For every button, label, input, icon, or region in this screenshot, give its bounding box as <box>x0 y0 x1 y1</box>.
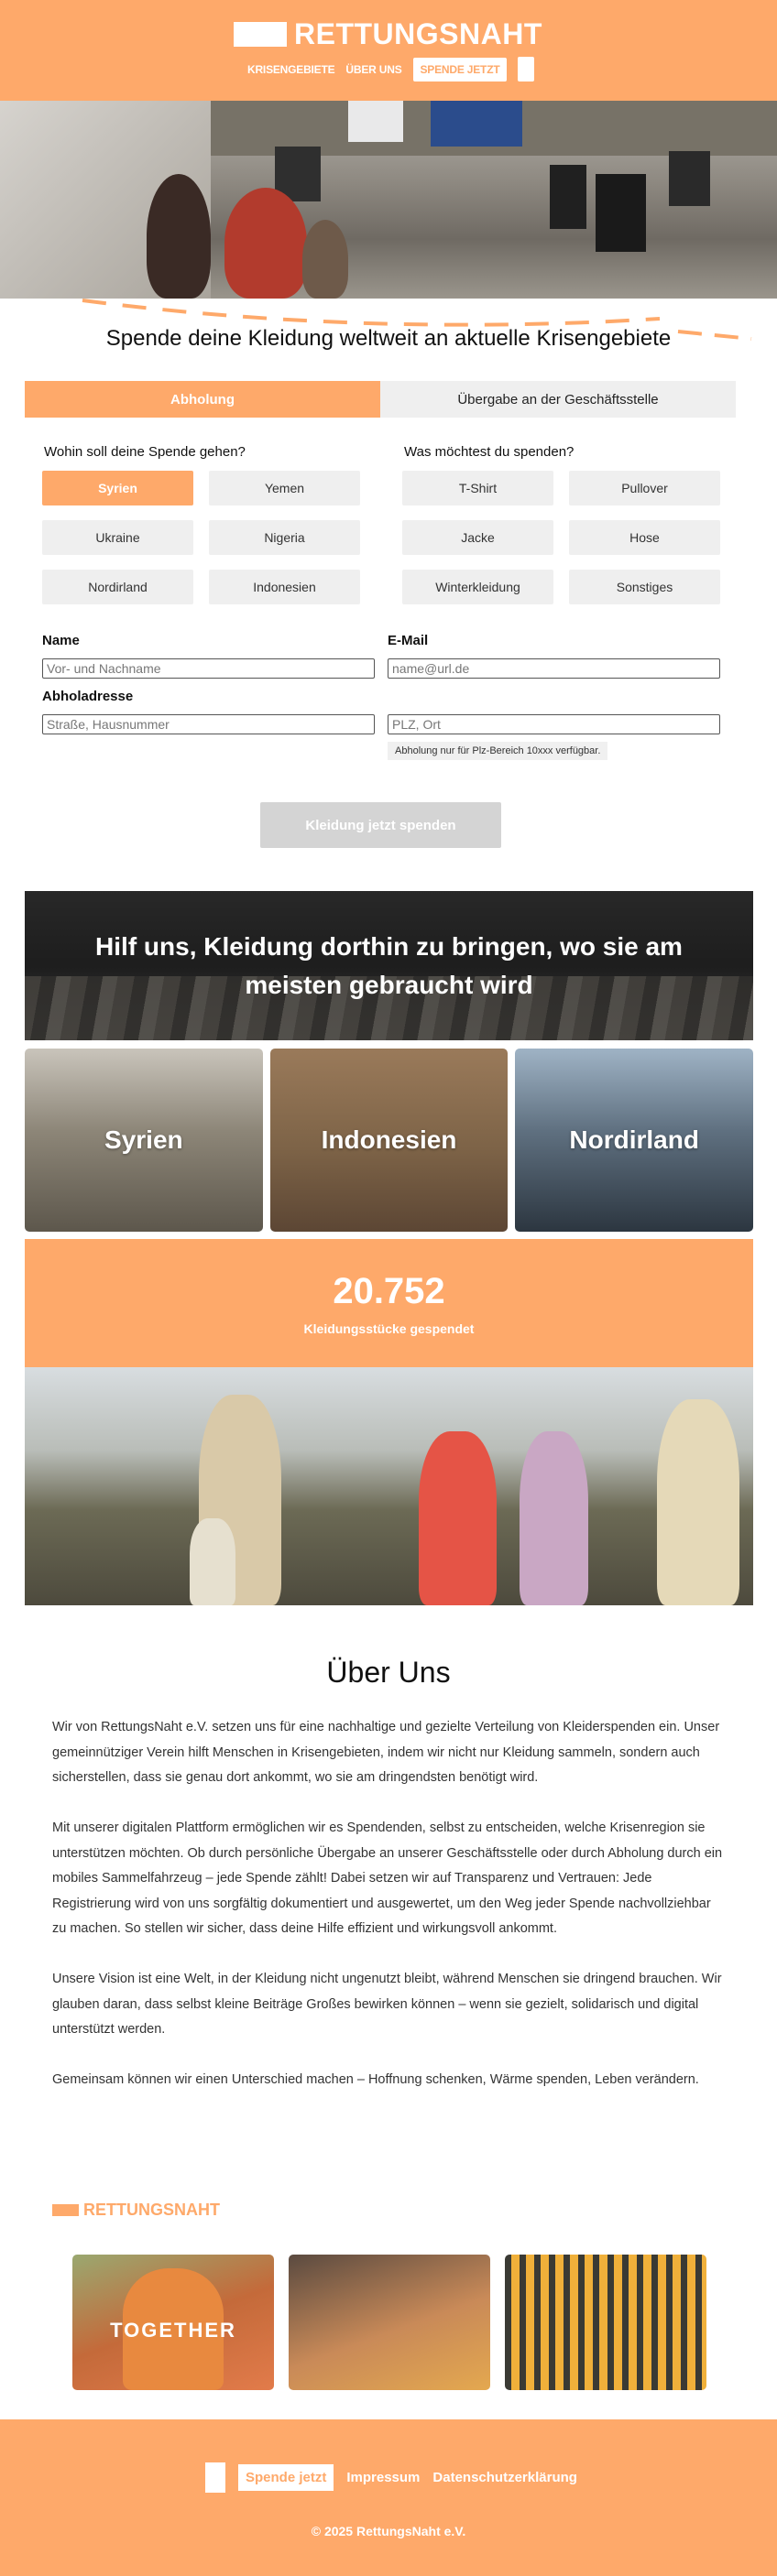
what-options: T-Shirt Pullover Jacke Hose Winterkleidu… <box>402 471 720 604</box>
option-nordirland[interactable]: Nordirland <box>42 570 193 604</box>
brand-logo-small: RETTUNGSNAHT <box>52 2201 220 2220</box>
people-photo <box>25 1367 753 1605</box>
logo-mark <box>52 2204 79 2216</box>
pickup-note: Abholung nur für Plz-Bereich 10xxx verfü… <box>388 742 608 760</box>
donation-count: 20.752 <box>333 1271 445 1311</box>
logo[interactable]: RETTUNGSNAHT <box>234 18 542 49</box>
region-label: Nordirland <box>569 1125 699 1154</box>
main-nav: KRISENGEBIETE ÜBER UNS SPENDE JETZT <box>247 57 535 82</box>
footer-logo-mark <box>205 2462 225 2493</box>
option-pullover[interactable]: Pullover <box>569 471 720 505</box>
option-syrien[interactable]: Syrien <box>42 471 193 505</box>
option-indonesien[interactable]: Indonesien <box>209 570 360 604</box>
logo-mark <box>234 21 287 47</box>
about-text: Wir von RettungsNaht e.V. setzen uns für… <box>52 1715 726 2118</box>
option-hose[interactable]: Hose <box>569 520 720 555</box>
brand-text: RETTUNGSNAHT <box>83 2201 220 2219</box>
street-input[interactable]: Straße, Hausnummer <box>42 714 375 734</box>
gallery-image-building <box>505 2255 706 2390</box>
footer-link-impressum[interactable]: Impressum <box>346 2470 420 2485</box>
region-card-nordirland[interactable]: Nordirland <box>515 1049 754 1232</box>
region-card-indonesien[interactable]: Indonesien <box>269 1049 509 1232</box>
where-label: Wohin soll deine Spende gehen? <box>44 444 246 460</box>
nav-link-ueber-uns[interactable]: ÜBER UNS <box>345 63 401 76</box>
about-paragraph: Mit unserer digitalen Plattform ermöglic… <box>52 1821 723 1936</box>
gallery-image-clothing <box>289 2255 490 2390</box>
nav-link-krisengebiete[interactable]: KRISENGEBIETE <box>247 63 335 76</box>
donation-count-label: Kleidungsstücke gespendet <box>303 1321 475 1336</box>
donate-submit-button[interactable]: Kleidung jetzt spenden <box>260 802 501 848</box>
about-paragraph: Gemeinsam können wir einen Unterschied m… <box>52 2072 699 2087</box>
about-paragraph: Wir von RettungsNaht e.V. setzen uns für… <box>52 1720 720 1785</box>
about-gallery: TOGETHER <box>72 2255 706 2390</box>
plz-input[interactable]: PLZ, Ort <box>388 714 720 734</box>
nav-donate-button[interactable]: SPENDE JETZT <box>412 57 508 82</box>
option-winterkleidung[interactable]: Winterkleidung <box>402 570 553 604</box>
region-label: Indonesien <box>321 1125 457 1154</box>
option-ukraine[interactable]: Ukraine <box>42 520 193 555</box>
page: RETTUNGSNAHT KRISENGEBIETE ÜBER UNS SPEN… <box>0 0 777 2576</box>
tab-uebergabe[interactable]: Übergabe an der Geschäftsstelle <box>380 381 736 418</box>
name-input[interactable]: Vor- und Nachname <box>42 658 375 679</box>
email-input[interactable]: name@url.de <box>388 658 720 679</box>
option-jacke[interactable]: Jacke <box>402 520 553 555</box>
option-tshirt[interactable]: T-Shirt <box>402 471 553 505</box>
hero-image <box>0 101 777 299</box>
tab-abholung[interactable]: Abholung <box>25 381 380 418</box>
help-banner: Hilf uns, Kleidung dorthin zu bringen, w… <box>25 891 753 1040</box>
help-title: Hilf uns, Kleidung dorthin zu bringen, w… <box>95 932 683 999</box>
region-card-syrien[interactable]: Syrien <box>25 1049 263 1232</box>
option-nigeria[interactable]: Nigeria <box>209 520 360 555</box>
where-options: Syrien Yemen Ukraine Nigeria Nordirland … <box>42 471 360 604</box>
footer-link-datenschutz[interactable]: Datenschutzerklärung <box>432 2470 577 2485</box>
about-title: Über Uns <box>326 1656 451 1689</box>
address-label: Abholadresse <box>42 689 134 704</box>
site-footer: Spende jetzt Impressum Datenschutzerklär… <box>0 2419 777 2576</box>
footer-nav: Spende jetzt Impressum Datenschutzerklär… <box>205 2462 577 2493</box>
gallery-image-word: TOGETHER <box>110 2319 236 2342</box>
email-label: E-Mail <box>388 633 429 648</box>
region-cards: Syrien Indonesien Nordirland <box>25 1049 754 1232</box>
donation-stats: 20.752 Kleidungsstücke gespendet <box>25 1239 753 1367</box>
about-paragraph: Unsere Vision ist eine Welt, in der Klei… <box>52 1972 722 2037</box>
footer-donate-button[interactable]: Spende jetzt <box>238 2464 334 2491</box>
option-sonstiges[interactable]: Sonstiges <box>569 570 720 604</box>
gallery-image-together: TOGETHER <box>72 2255 274 2390</box>
region-label: Syrien <box>104 1125 183 1154</box>
what-label: Was möchtest du spenden? <box>404 444 575 460</box>
menu-icon[interactable] <box>518 57 535 82</box>
logo-text: RETTUNGSNAHT <box>294 17 542 50</box>
donate-title: Spende deine Kleidung weltweit an aktuel… <box>105 326 672 351</box>
option-yemen[interactable]: Yemen <box>209 471 360 505</box>
copyright: © 2025 RettungsNaht e.V. <box>311 2524 466 2538</box>
donate-tabs: Abholung Übergabe an der Geschäftsstelle <box>25 381 736 418</box>
name-label: Name <box>42 633 80 648</box>
site-header: RETTUNGSNAHT KRISENGEBIETE ÜBER UNS SPEN… <box>0 0 777 101</box>
